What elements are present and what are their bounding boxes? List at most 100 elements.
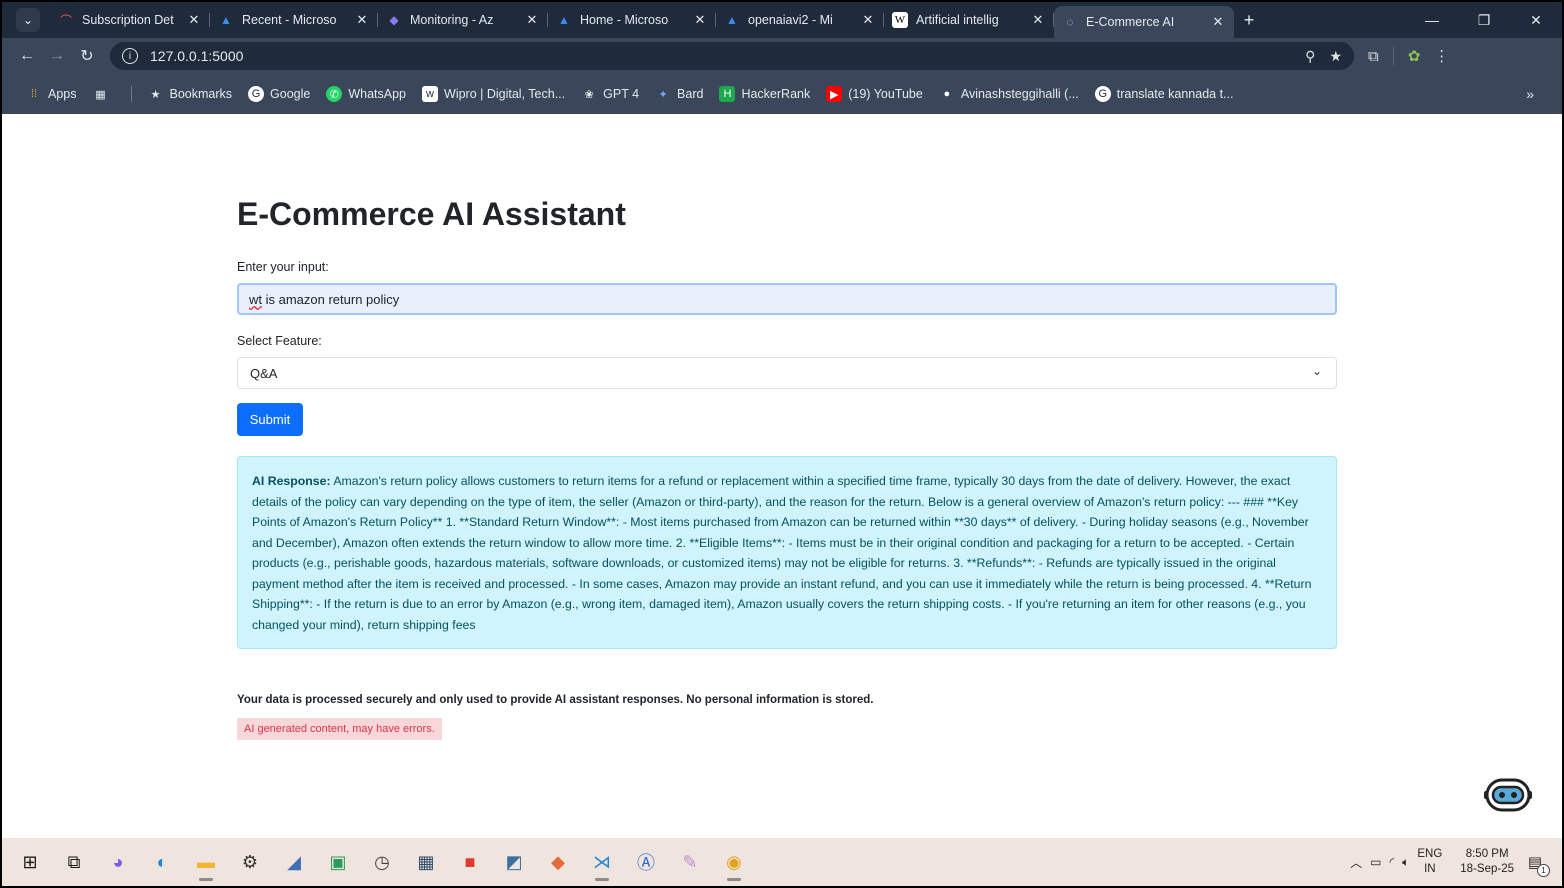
feature-select[interactable]: Q&A ⌄ <box>237 357 1337 389</box>
tab-close-icon[interactable]: ✕ <box>524 12 540 28</box>
tab-close-icon[interactable]: ✕ <box>1210 14 1226 30</box>
browser-tab[interactable]: ⌒ Subscription Det ✕ <box>50 2 210 38</box>
settings-icon[interactable]: ⚙ <box>230 842 270 882</box>
bookmark-item[interactable]: ▦ <box>93 86 115 102</box>
tab-close-icon[interactable]: ✕ <box>860 12 876 28</box>
bookmark-item[interactable]: Gtranslate kannada t... <box>1094 86 1233 102</box>
clock-app-icon[interactable]: ◷ <box>362 842 402 882</box>
tab-close-icon[interactable]: ✕ <box>1030 12 1046 28</box>
youtube-icon: ▶ <box>826 86 843 102</box>
copilot-icon[interactable]: ◕ <box>98 842 138 882</box>
python-icon[interactable]: ◩ <box>494 842 534 882</box>
bookmark-item[interactable]: ✦ Bard <box>655 86 703 102</box>
zoom-icon[interactable]: ⚲ <box>1305 48 1315 65</box>
wifi-icon[interactable]: ◜ <box>1390 855 1395 869</box>
browser-tab[interactable]: ◆ Monitoring - Az ✕ <box>378 2 548 38</box>
azure-arc-icon: ⌒ <box>59 13 72 28</box>
notification-icon[interactable]: ▤ 1 <box>1522 849 1550 877</box>
browser-tab[interactable]: ▲ Home - Microso ✕ <box>548 2 716 38</box>
app-store-icon[interactable]: Ⓐ <box>626 842 666 882</box>
project-icon[interactable]: ▣ <box>318 842 358 882</box>
wikipedia-icon: W <box>892 12 908 28</box>
clock[interactable]: 8:50 PM 18-Sep-25 <box>1460 847 1514 877</box>
calculator-icon[interactable]: ▦ <box>406 842 446 882</box>
bookmark-item[interactable]: H HackerRank <box>719 86 810 102</box>
tab-search-icon[interactable]: ⌄ <box>16 8 40 32</box>
page-title: E-Commerce AI Assistant <box>237 196 626 232</box>
tab-title: Recent - Microso <box>242 13 337 27</box>
bookmark-label: WhatsApp <box>348 87 407 101</box>
bookmark-label: Google <box>270 87 311 101</box>
bookmark-item[interactable]: G Google <box>248 86 310 102</box>
bookmark-item[interactable]: ❀ GPT 4 <box>581 86 640 102</box>
ai-response-box: AI Response: Amazon's return policy allo… <box>237 456 1337 649</box>
azure-icon: ▲ <box>558 13 570 27</box>
lang-code: ENG <box>1417 848 1443 860</box>
bookmark-item[interactable]: w Wipro | Digital, Tech... <box>422 86 565 102</box>
azure-icon: ▲ <box>220 13 232 27</box>
tab-title: Monitoring - Az <box>410 13 494 27</box>
file-explorer-icon[interactable]: ▬ <box>186 842 226 882</box>
bard-sparkle-icon: ✦ <box>658 88 668 101</box>
close-window-icon[interactable]: ✕ <box>1510 2 1562 38</box>
google-icon: G <box>248 86 265 102</box>
browser-tab[interactable]: ▲ Recent - Microso ✕ <box>210 2 378 38</box>
browser-tab[interactable]: W Artificial intellig ✕ <box>884 2 1054 38</box>
system-tray: ︿ ▭ ◜ 🔈︎ ENG IN 8:50 PM 18-Sep-25 ▤ 1 <box>1350 847 1562 877</box>
site-info-icon[interactable]: i <box>122 48 138 64</box>
window-controls: — ❐ ✕ <box>1406 2 1562 38</box>
forward-icon[interactable]: → <box>42 41 72 71</box>
browser-tab[interactable]: ▲ openaiavi2 - Mi ✕ <box>716 2 884 38</box>
bookmark-label: Bard <box>677 87 704 101</box>
star-icon: ★ <box>150 88 161 101</box>
address-bar[interactable]: i 127.0.0.1:5000 ⚲ ★ <box>110 42 1354 70</box>
response-label: AI Response: <box>252 474 331 488</box>
select-value: Q&A <box>250 366 278 381</box>
bookmarks-overflow-icon[interactable]: » <box>1526 86 1534 102</box>
input-value: is amazon return policy <box>262 292 400 307</box>
windows-start-icon[interactable]: ⊞ <box>10 842 50 882</box>
submit-button[interactable]: Submit <box>237 403 303 436</box>
more-menu-icon[interactable]: ⋮ <box>1434 47 1449 65</box>
profile-avatar[interactable]: ✿ <box>1408 47 1421 65</box>
browser-tab[interactable]: ◌ E-Commerce AI ✕ <box>1054 6 1234 38</box>
taskbar-apps: ⊞ ⧉ ◕ ◐ ▬ ⚙ ◢ ▣ ◷ ▦ ■ ◩ ◆ ⋊ Ⓐ ✎ ◉ <box>10 842 758 882</box>
battery-icon[interactable]: ▭ <box>1370 855 1381 869</box>
chevron-up-icon[interactable]: ︿ <box>1350 854 1362 871</box>
reload-icon[interactable]: ↻ <box>72 41 102 71</box>
bookmark-label: (19) YouTube <box>848 87 923 101</box>
bookmarks-divider <box>130 86 132 102</box>
git-icon[interactable]: ◆ <box>538 842 578 882</box>
bookmark-item[interactable]: ✆ WhatsApp <box>326 86 406 102</box>
user-input-field[interactable]: wt is amazon return policy <box>237 283 1337 315</box>
bookmark-label: Bookmarks <box>169 87 233 101</box>
extensions-icon[interactable]: ⧉ <box>1368 48 1379 65</box>
bookmark-star-icon[interactable]: ★ <box>1329 48 1342 65</box>
language-indicator[interactable]: ENG IN <box>1417 847 1442 877</box>
bookmark-item[interactable]: ★ Bookmarks <box>148 86 233 102</box>
paint-icon[interactable]: ✎ <box>670 842 710 882</box>
office-icon[interactable]: ■ <box>450 842 490 882</box>
tab-close-icon[interactable]: ✕ <box>354 12 370 28</box>
bookmark-item[interactable]: ⁞⁞ Apps <box>26 86 77 102</box>
volume-icon[interactable]: 🔈︎ <box>1402 855 1409 870</box>
tab-close-icon[interactable]: ✕ <box>186 12 202 28</box>
bookmark-item[interactable]: ▶ (19) YouTube <box>826 86 923 102</box>
tab-close-icon[interactable]: ✕ <box>692 12 708 28</box>
minimize-icon[interactable]: — <box>1406 2 1458 38</box>
hackerrank-icon: H <box>719 86 736 102</box>
google-icon: G <box>1094 86 1111 102</box>
task-view-icon[interactable]: ⧉ <box>54 842 94 882</box>
back-icon[interactable]: ← <box>12 41 42 71</box>
app-icon[interactable]: ◢ <box>274 842 314 882</box>
vscode-icon[interactable]: ⋊ <box>582 842 622 882</box>
tab-groups-icon: ▦ <box>95 88 106 101</box>
privacy-note: Your data is processed securely and only… <box>237 694 874 706</box>
github-icon: ● <box>943 88 951 100</box>
chatbot-icon[interactable] <box>1484 776 1532 814</box>
edge-icon[interactable]: ◐ <box>142 842 182 882</box>
new-tab-button[interactable]: + <box>1234 10 1264 31</box>
bookmark-item[interactable]: ● Avinashsteggihalli (... <box>939 86 1079 102</box>
chrome-icon[interactable]: ◉ <box>714 842 754 882</box>
restore-icon[interactable]: ❐ <box>1458 2 1510 38</box>
